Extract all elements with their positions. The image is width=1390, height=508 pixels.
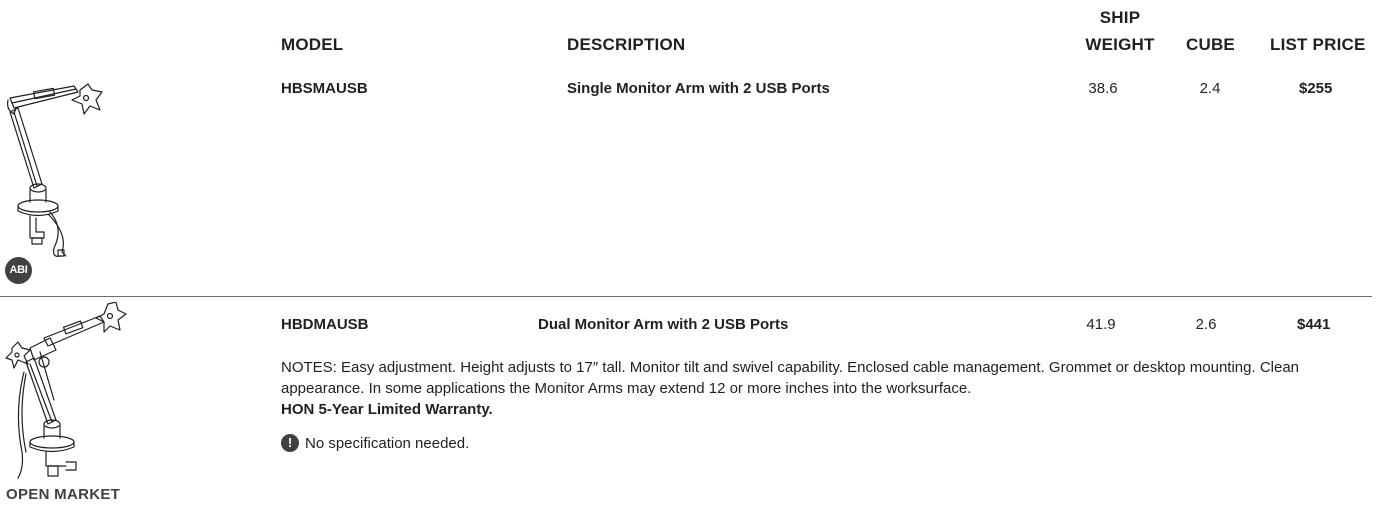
product-2-description: Dual Monitor Arm with 2 USB Ports [538,316,789,333]
open-market-badge: OPEN MARKET [6,486,121,503]
header-ship-weight: WEIGHT [1085,35,1155,54]
product-1-ship-weight: 38.6 [1088,80,1118,97]
product-2-list-price: $441 [1297,316,1331,333]
product-1-cube: 2.4 [1199,80,1221,97]
alert-icon: ! [281,434,299,452]
product-notes: NOTES: Easy adjustment. Height adjusts t… [281,359,1300,397]
header-ship-line1: SHIP [1099,8,1141,27]
product-1-description: Single Monitor Arm with 2 USB Ports [567,80,830,97]
product-2-model: HBDMAUSB [281,316,369,333]
product-2-ship-weight: 41.9 [1086,316,1116,333]
product-1-list-price: $255 [1299,80,1333,97]
warranty-text: HON 5-Year Limited Warranty. [281,401,493,418]
dual-monitor-arm-illustration [4,301,128,480]
abi-badge: ABI [5,257,32,284]
header-cube: CUBE [1186,35,1235,54]
header-model: MODEL [281,35,344,54]
spec-note-text: No specification needed. [305,434,470,452]
header-description: DESCRIPTION [567,35,686,54]
row-divider [0,296,1372,297]
product-1-model: HBSMAUSB [281,80,368,97]
spec-note: ! No specification needed. [281,433,469,453]
product-2-cube: 2.6 [1195,316,1217,333]
header-list-price: LIST PRICE [1270,35,1366,54]
single-monitor-arm-illustration [4,78,114,258]
